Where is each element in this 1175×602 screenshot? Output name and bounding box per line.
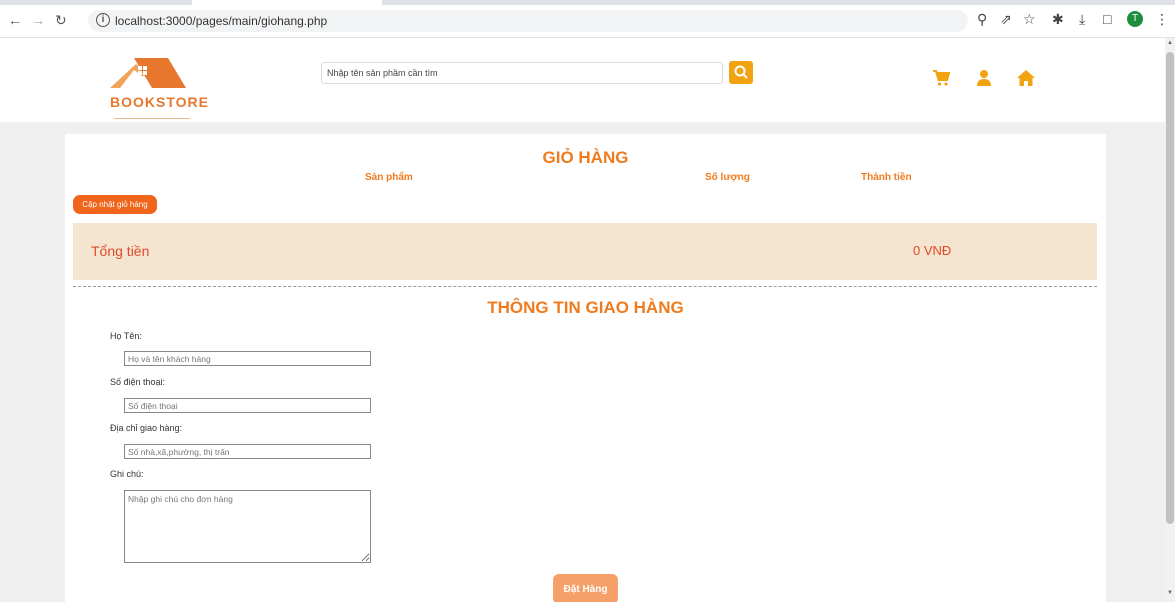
zoom-icon[interactable]: ⚲ (977, 11, 987, 28)
address-label: Địa chỉ giao hàng: (110, 423, 183, 433)
forward-icon[interactable]: → (31, 12, 45, 28)
reload-icon[interactable]: ↻ (55, 12, 67, 29)
phone-label: Số điện thoại: (110, 377, 166, 387)
side-panel-icon[interactable]: □ (1103, 11, 1111, 27)
tab-strip (0, 0, 1175, 5)
cart-icon[interactable] (931, 68, 951, 88)
divider (73, 286, 1097, 287)
phone-field[interactable] (124, 398, 371, 413)
note-textarea[interactable] (124, 490, 371, 563)
scroll-up-icon[interactable]: ▲ (1167, 40, 1173, 46)
update-cart-button[interactable]: Cập nhật giỏ hàng (73, 195, 157, 214)
search-button[interactable] (729, 61, 753, 84)
cart-title: GIỎ HÀNG (542, 148, 629, 167)
home-icon[interactable] (1016, 68, 1036, 88)
extensions-icon[interactable]: ✱ (1052, 11, 1064, 28)
download-icon[interactable]: ⤓ (1079, 11, 1085, 28)
site-info-icon[interactable]: i (96, 13, 110, 27)
logo-underline (114, 118, 190, 119)
user-icon[interactable] (974, 68, 994, 88)
column-product: Sản phẩm (365, 172, 413, 183)
back-icon[interactable]: ← (8, 12, 22, 28)
name-label: Họ Tên: (110, 331, 142, 341)
search-input[interactable] (321, 62, 723, 84)
url-text[interactable]: localhost:3000/pages/main/giohang.php (115, 14, 327, 28)
scroll-down-icon[interactable]: ▼ (1167, 590, 1173, 596)
search-icon (734, 65, 748, 79)
page-scrollbar[interactable]: ▲ ▼ (1165, 38, 1175, 602)
bookstore-logo[interactable]: BOOKSTORE (108, 52, 208, 119)
total-label: Tổng tiền (91, 243, 150, 259)
place-order-button[interactable]: Đặt Hàng (553, 574, 618, 602)
site-header: BOOKSTORE (0, 38, 1165, 122)
bookmark-star-icon[interactable]: ☆ (1023, 11, 1036, 28)
column-quantity: Số lượng (705, 172, 750, 183)
active-tab[interactable] (192, 0, 382, 5)
house-roof-icon (110, 58, 186, 88)
note-label: Ghi chú: (110, 469, 144, 479)
shipping-title: THÔNG TIN GIAO HÀNG (487, 298, 684, 317)
total-value: 0 VNĐ (913, 243, 952, 258)
name-field[interactable] (124, 351, 371, 366)
profile-avatar[interactable]: T (1127, 11, 1143, 27)
total-row: Tổng tiền 0 VNĐ (73, 223, 1097, 280)
menu-icon[interactable]: ⋮ (1155, 11, 1169, 28)
address-field[interactable] (124, 444, 371, 459)
address-bar[interactable]: i localhost:3000/pages/main/giohang.php (88, 10, 968, 32)
scroll-thumb[interactable] (1166, 52, 1174, 524)
browser-toolbar: ← → ↻ i localhost:3000/pages/main/giohan… (0, 0, 1175, 38)
cart-panel: GIỎ HÀNG Sản phẩm Số lượng Thành tiền Cậ… (65, 134, 1106, 602)
column-subtotal: Thành tiền (861, 172, 912, 183)
share-icon[interactable]: ⇗ (1000, 11, 1012, 28)
logo-text: BOOKSTORE (110, 94, 209, 110)
